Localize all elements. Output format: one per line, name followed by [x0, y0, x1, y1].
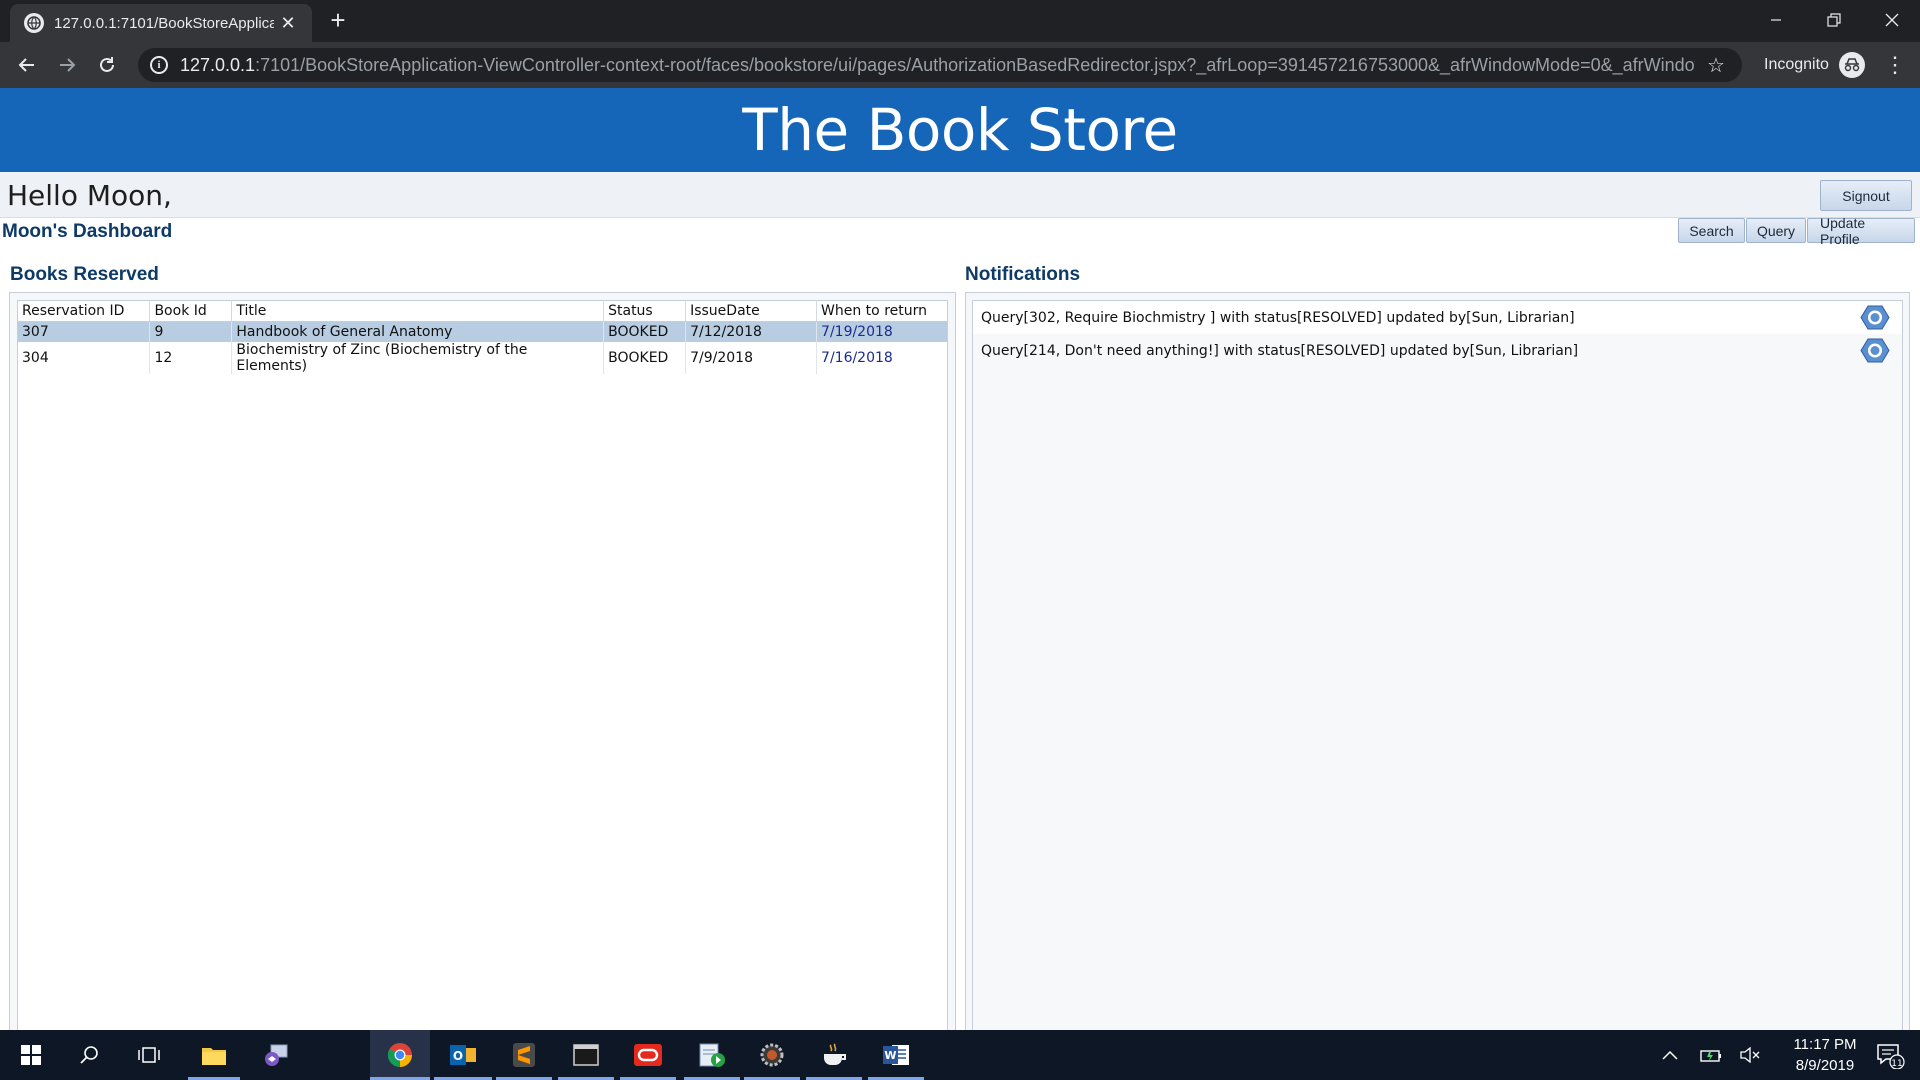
clock-date: 8/9/2019 — [1795, 1057, 1855, 1074]
url-path: :7101/BookStoreApplication-ViewControlle… — [255, 54, 1695, 75]
battery-icon[interactable] — [1696, 1030, 1726, 1080]
windows-start-icon[interactable] — [8, 1030, 54, 1080]
forward-icon[interactable] — [52, 50, 82, 80]
column-header-status[interactable]: Status — [603, 301, 687, 322]
windows-taskbar: O W 11:17 PM 8/9/2019 11 — [0, 1030, 1920, 1080]
taskbar-clock[interactable]: 11:17 PM 8/9/2019 — [1770, 1034, 1880, 1076]
site-banner: The Book Store — [0, 88, 1920, 172]
tab-title: 127.0.0.1:7101/BookStoreApplica — [54, 14, 274, 32]
notification-item: Query[302, Require Biochmistry ] with st… — [973, 301, 1902, 334]
signout-button[interactable]: Signout — [1820, 180, 1912, 211]
incognito-label: Incognito — [1764, 56, 1829, 73]
search-button[interactable]: Search — [1678, 218, 1745, 243]
media-app-icon[interactable] — [684, 1030, 740, 1080]
bookmark-star-icon[interactable]: ☆ — [1707, 53, 1725, 78]
task-view-icon[interactable] — [126, 1030, 172, 1080]
cell-reservation-id: 304 — [18, 341, 151, 374]
notification-text: Query[214, Don't need anything!] with st… — [981, 342, 1579, 359]
new-tab-button[interactable]: + — [325, 7, 351, 34]
greeting-text: Hello Moon, — [7, 179, 172, 212]
site-title: The Book Store — [742, 96, 1178, 164]
close-tab-icon[interactable]: ✕ — [276, 13, 300, 34]
file-explorer-icon[interactable] — [188, 1030, 240, 1080]
app-wizard-icon[interactable] — [250, 1030, 302, 1080]
books-reserved-title: Books Reserved — [10, 264, 159, 285]
settings-gear-icon[interactable] — [744, 1030, 800, 1080]
action-center-icon[interactable]: 11 — [1866, 1030, 1914, 1080]
chrome-icon[interactable] — [370, 1030, 430, 1080]
url-host: 127.0.0.1 — [180, 54, 256, 75]
globe-icon — [24, 13, 44, 33]
svg-text:O: O — [453, 1049, 463, 1063]
address-bar[interactable]: i 127.0.0.1:7101/BookStoreApplication-Vi… — [138, 48, 1742, 82]
column-header-reservation-id[interactable]: Reservation ID — [18, 301, 151, 322]
browser-tab-bar: 127.0.0.1:7101/BookStoreApplica ✕ + — [0, 0, 1920, 42]
table-row[interactable]: 307 9 Handbook of General Anatomy BOOKED… — [18, 321, 947, 342]
web-page: The Book Store Hello Moon, Signout Moon'… — [0, 88, 1920, 1056]
notification-text: Query[302, Require Biochmistry ] with st… — [981, 309, 1575, 326]
cell-status: BOOKED — [603, 341, 687, 374]
oracle-icon[interactable] — [620, 1030, 676, 1080]
info-icon[interactable]: i — [150, 56, 168, 74]
svg-text:W: W — [884, 1049, 896, 1062]
reload-icon[interactable] — [92, 50, 122, 80]
notifications-panel: Query[302, Require Biochmistry ] with st… — [965, 292, 1910, 1056]
clock-time: 11:17 PM — [1793, 1036, 1857, 1053]
cell-status: BOOKED — [603, 321, 687, 342]
books-reserved-panel: Reservation ID Book Id Title Status Issu… — [9, 292, 956, 1056]
notification-item: Query[214, Don't need anything!] with st… — [973, 334, 1902, 367]
gear-icon[interactable] — [1860, 337, 1890, 364]
query-button[interactable]: Query — [1746, 218, 1806, 243]
incognito-indicator[interactable]: Incognito — [1764, 50, 1865, 80]
column-header-issue-date[interactable]: IssueDate — [685, 301, 818, 322]
table-row[interactable]: 304 12 Biochemistry of Zinc (Biochemistr… — [18, 341, 947, 374]
cell-reservation-id: 307 — [18, 321, 151, 342]
dashboard-title: Moon's Dashboard — [2, 221, 173, 242]
java-coffee-icon[interactable] — [806, 1030, 862, 1080]
cell-book-id: 9 — [149, 321, 233, 342]
restore-icon[interactable] — [1806, 0, 1862, 40]
column-header-title[interactable]: Title — [231, 301, 605, 322]
url-text: 127.0.0.1:7101/BookStoreApplication-View… — [180, 55, 1695, 76]
browser-toolbar: i 127.0.0.1:7101/BookStoreApplication-Vi… — [0, 42, 1920, 88]
update-profile-button[interactable]: Update Profile — [1807, 215, 1915, 247]
column-header-book-id[interactable]: Book Id — [149, 301, 233, 322]
word-icon[interactable]: W — [868, 1030, 924, 1080]
minimize-icon[interactable] — [1748, 0, 1804, 40]
browser-menu-icon[interactable]: ⋮ — [1880, 50, 1910, 80]
browser-tab[interactable]: 127.0.0.1:7101/BookStoreApplica ✕ — [10, 4, 312, 42]
notifications-title: Notifications — [965, 264, 1081, 285]
outlook-icon[interactable]: O — [434, 1030, 492, 1080]
cell-title: Handbook of General Anatomy — [231, 321, 605, 342]
show-hidden-icons-chevron-icon[interactable] — [1656, 1030, 1684, 1080]
search-icon[interactable] — [66, 1030, 112, 1080]
cell-issue-date: 7/9/2018 — [685, 341, 818, 374]
volume-muted-icon[interactable] — [1735, 1030, 1765, 1080]
column-header-when-to-return[interactable]: When to return — [816, 301, 947, 322]
terminal-icon[interactable] — [558, 1030, 614, 1080]
notifications-list: Query[302, Require Biochmistry ] with st… — [972, 300, 1903, 1044]
cell-book-id: 12 — [149, 341, 233, 374]
cell-title: Biochemistry of Zinc (Biochemistry of th… — [231, 341, 605, 374]
cell-issue-date: 7/12/2018 — [685, 321, 818, 342]
sublime-text-icon[interactable] — [496, 1030, 552, 1080]
reservations-table-container: Reservation ID Book Id Title Status Issu… — [17, 300, 948, 1044]
close-window-icon[interactable] — [1864, 0, 1920, 40]
incognito-icon — [1838, 52, 1865, 78]
table-header-row: Reservation ID Book Id Title Status Issu… — [18, 301, 947, 322]
cell-return-date: 7/16/2018 — [816, 341, 947, 374]
notification-count: 11 — [1891, 1059, 1902, 1069]
greeting-bar: Hello Moon, — [0, 172, 1920, 218]
gear-icon[interactable] — [1860, 304, 1890, 331]
back-icon[interactable] — [12, 50, 42, 80]
reservations-table: Reservation ID Book Id Title Status Issu… — [18, 301, 947, 374]
cell-return-date: 7/19/2018 — [816, 321, 947, 342]
